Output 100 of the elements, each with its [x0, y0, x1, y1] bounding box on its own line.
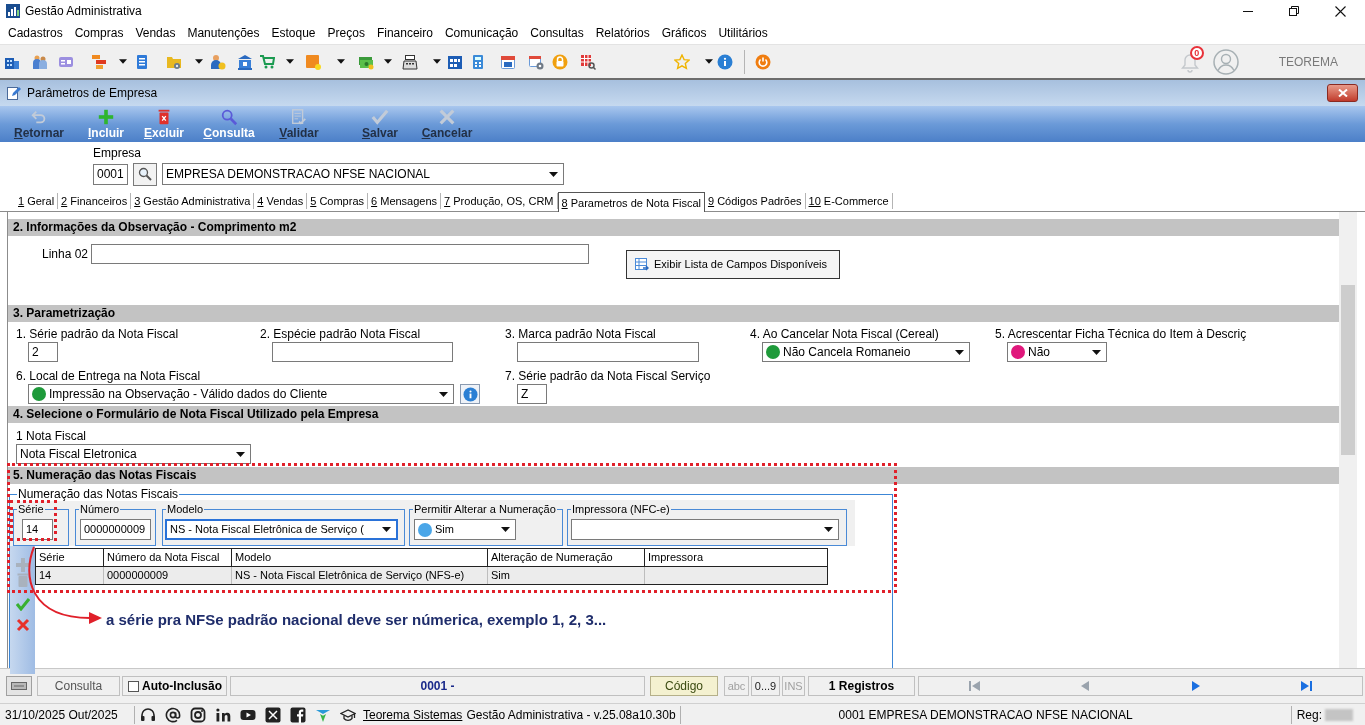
tab[interactable]: 4 Vendas — [254, 193, 308, 209]
section-header: 3. Parametrização — [8, 305, 1339, 322]
info-icon[interactable] — [717, 53, 733, 70]
menu-item[interactable]: Consultas — [530, 25, 584, 41]
caret-icon[interactable] — [705, 59, 713, 64]
calendar-grid-icon[interactable] — [447, 53, 463, 70]
show-fields-button[interactable]: Exibir Lista de Campos Disponíveis — [626, 250, 840, 279]
caret-icon[interactable] — [433, 59, 441, 64]
window-title: Gestão Administrativa — [25, 4, 142, 18]
tab[interactable]: 7 Produção, OS, CRM — [441, 193, 558, 209]
menu-item[interactable]: Financeiro — [376, 25, 433, 41]
input-field[interactable] — [517, 342, 699, 362]
calendar-gear-icon[interactable] — [528, 53, 544, 70]
table-arrow-icon — [634, 256, 650, 273]
tab[interactable]: 6 Mensagens — [368, 193, 442, 209]
menu-item[interactable]: Relatórios — [595, 25, 650, 41]
first-record-icon — [968, 681, 980, 691]
power-icon[interactable] — [755, 53, 771, 70]
scrollbar-thumb[interactable] — [1341, 285, 1355, 455]
instagram-icon[interactable] — [190, 706, 206, 723]
section-header: 5. Numeração das Notas Fiscais — [8, 467, 1339, 484]
dropdown[interactable]: Não — [1007, 342, 1107, 362]
menu-item[interactable]: Cadastros — [8, 25, 63, 41]
facebook-icon[interactable] — [290, 706, 306, 723]
input-field[interactable] — [272, 342, 453, 362]
input-field[interactable] — [91, 244, 589, 264]
table-cell: Sim — [488, 567, 645, 584]
tab[interactable]: 2 Financeiros — [58, 193, 132, 209]
close-form-button[interactable] — [1327, 84, 1358, 102]
dropdown[interactable]: Não Cancela Romaneio — [762, 342, 970, 362]
cash-register-icon[interactable] — [402, 53, 418, 70]
org-chart-icon[interactable] — [91, 53, 107, 70]
menu-item[interactable]: Vendas — [135, 25, 176, 41]
dropdown[interactable]: NS - Nota Fiscal Eletrônica de Serviço ( — [165, 519, 398, 540]
field-label: Linha 02 — [40, 247, 88, 261]
x-mark-icon[interactable] — [15, 618, 30, 632]
tab[interactable]: 10 E-Commerce — [805, 193, 893, 209]
field-label: 4. Ao Cancelar Nota Fiscal (Cereal) — [750, 326, 939, 342]
annotation-note: a série pra NFSe padrão nacional deve ser númerica, exemplo 1, 2, 3... — [106, 610, 607, 630]
input-field[interactable]: Z — [517, 384, 547, 404]
note-icon[interactable] — [305, 53, 321, 70]
column-header[interactable]: Impressora — [645, 549, 827, 566]
tab[interactable]: 9 Códigos Padrões — [704, 193, 806, 209]
calendar-icon[interactable] — [500, 53, 516, 70]
people-icon[interactable] — [32, 53, 48, 70]
document-icon[interactable] — [134, 53, 150, 70]
tab[interactable]: 8 Parametros de Nota Fiscal — [557, 192, 705, 212]
caret-icon[interactable] — [286, 59, 294, 64]
calculator-icon[interactable] — [470, 53, 486, 70]
website-link[interactable]: Teorema Sistemas — [363, 705, 463, 724]
scrollbar[interactable] — [1339, 212, 1357, 668]
date-label: 31/10/2025 Out/2025 — [5, 706, 119, 724]
dropdown[interactable]: Impressão na Observação - Válido dados do Cliente — [28, 384, 454, 404]
x-logo-icon[interactable] — [265, 706, 281, 723]
tab[interactable]: 3 Gestão Administrativa — [131, 193, 255, 209]
dropdown[interactable] — [571, 519, 839, 540]
menu-item[interactable]: Manutenções — [187, 25, 260, 41]
checkmark-icon — [371, 108, 389, 126]
input-field[interactable]: 0000000009 — [80, 519, 151, 540]
caret-icon[interactable] — [119, 59, 127, 64]
checkmark-icon[interactable] — [15, 597, 30, 611]
tab[interactable]: 5 Compras — [307, 193, 369, 209]
dropdown[interactable]: Sim — [414, 519, 516, 540]
search-field-button[interactable]: Código — [650, 676, 718, 696]
input-field[interactable]: 2 — [28, 342, 58, 362]
menu-item[interactable]: Utilitários — [718, 25, 768, 41]
dropdown[interactable]: Nota Fiscal Eletronica — [16, 444, 251, 464]
menu-item[interactable]: Estoque — [271, 25, 316, 41]
person-coin-icon[interactable] — [210, 53, 226, 70]
menu-item[interactable]: Compras — [74, 25, 124, 41]
field-label: Empresa — [93, 146, 142, 160]
star-icon[interactable] — [674, 53, 690, 70]
bell-icon[interactable] — [1180, 52, 1199, 73]
previous-icon — [1079, 681, 1091, 691]
table-search-icon[interactable] — [580, 53, 596, 70]
x-mark-icon — [438, 108, 456, 126]
search-button[interactable] — [133, 162, 157, 186]
headset-icon[interactable] — [140, 706, 156, 723]
caret-icon[interactable] — [384, 59, 392, 64]
bank-icon[interactable] — [237, 53, 253, 70]
menu-item[interactable]: Gráficos — [661, 25, 707, 41]
cart-icon[interactable] — [259, 53, 275, 70]
auto-include-checkbox[interactable]: Auto-Inclusão — [122, 676, 227, 696]
menu-item[interactable]: Preços — [327, 25, 365, 41]
dropdown[interactable]: EMPRESA DEMONSTRACAO NFSE NACIONAL — [162, 163, 564, 185]
at-sign-icon[interactable] — [165, 706, 181, 723]
input-field[interactable]: 0001 — [93, 163, 128, 185]
caret-icon[interactable] — [195, 59, 203, 64]
menu-item[interactable]: Comunicação — [444, 25, 519, 41]
info-button[interactable] — [460, 384, 480, 404]
caret-icon[interactable] — [337, 59, 345, 64]
user-name[interactable]: TEOREMA — [1278, 52, 1338, 71]
lock-icon[interactable] — [552, 53, 568, 70]
linkedin-icon[interactable] — [215, 706, 231, 723]
caret-icon — [1092, 349, 1101, 355]
form-title: Parâmetros de Empresa — [27, 85, 158, 102]
keyboard-button[interactable] — [6, 676, 32, 696]
tab[interactable]: 1 Geral — [15, 193, 59, 209]
input-field[interactable]: 14 — [22, 519, 53, 540]
next-icon — [1190, 681, 1202, 691]
